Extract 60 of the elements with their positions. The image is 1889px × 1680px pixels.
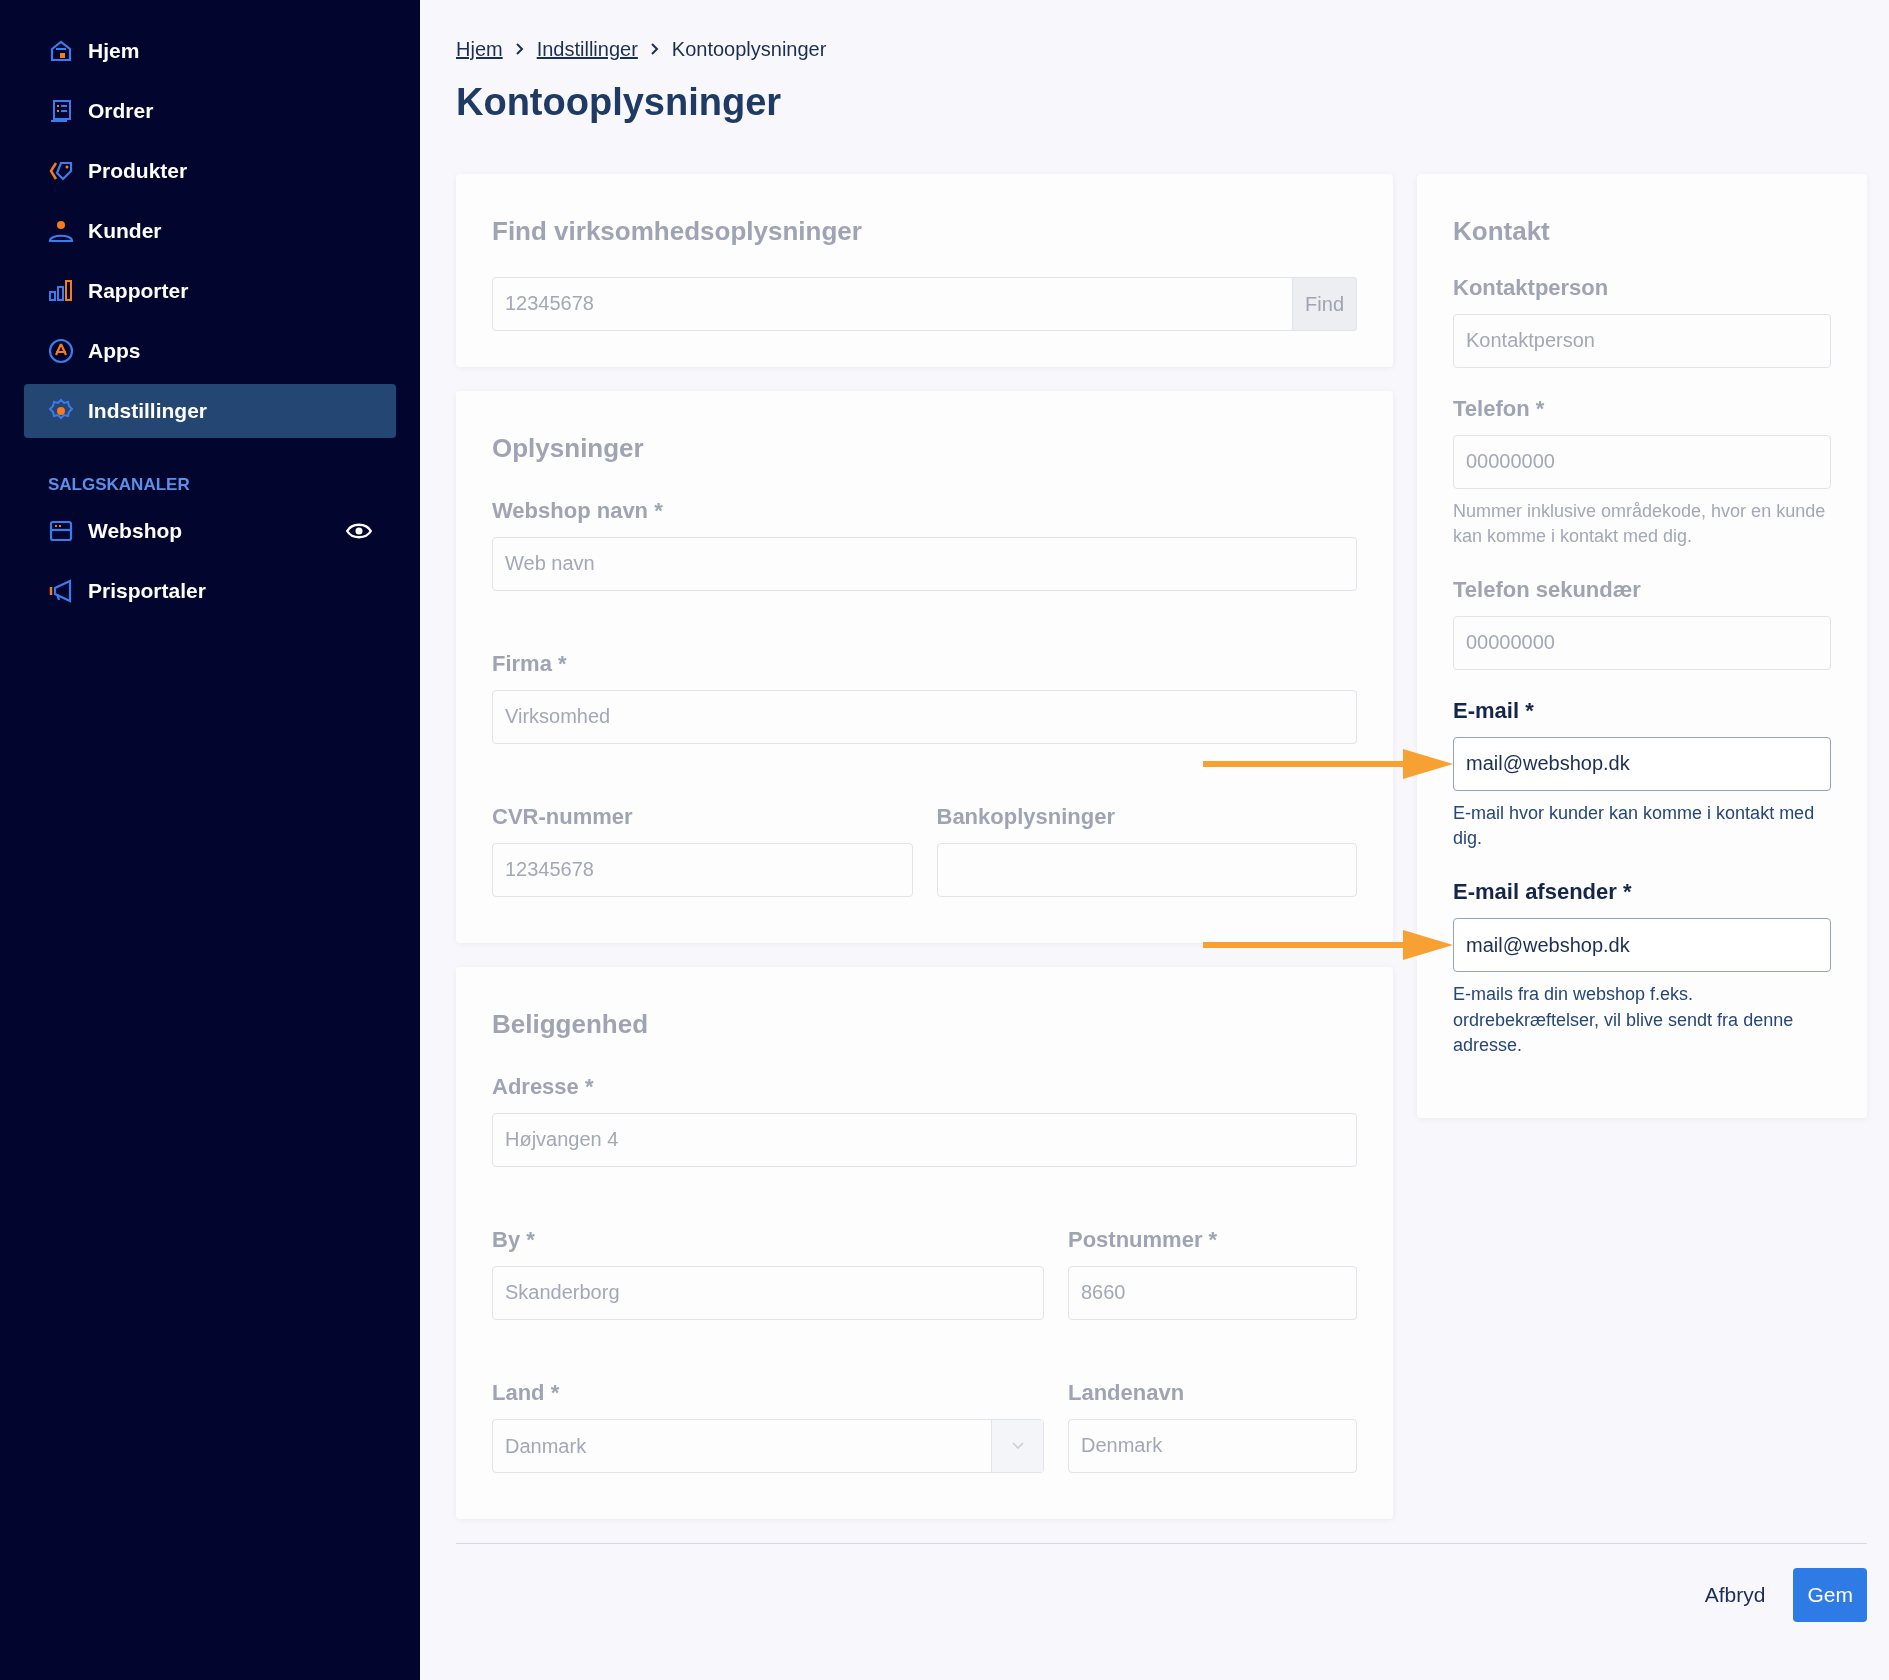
field-label: CVR-nummer [492, 802, 633, 831]
card-title: Oplysninger [492, 431, 645, 465]
search-field[interactable]: 12345678 [492, 276, 1294, 331]
input-field[interactable]: 00000000 [1453, 615, 1831, 670]
field-label: Bankoplysninger [936, 802, 1115, 831]
sidebar-item[interactable]: Webshop [24, 503, 396, 558]
input-field[interactable]: 00000000 [1453, 434, 1831, 489]
card-title: Find virksomhedsoplysninger [492, 214, 863, 248]
field-label: Landenavn [1068, 1378, 1185, 1407]
field-label: Telefon sekundær [1453, 575, 1641, 604]
input-field[interactable]: 12345678 [492, 842, 913, 897]
input-field[interactable]: mail@webshop.dk [1453, 918, 1831, 973]
sidebar-item[interactable]: Kunder [24, 204, 396, 258]
input-field[interactable]: Web navn [492, 536, 1357, 591]
chevron-right-icon [514, 42, 525, 56]
save-button[interactable]: Gem [1793, 1567, 1867, 1622]
field-label: E-mail afsender * [1453, 878, 1632, 907]
field-label: E-mail * [1453, 696, 1534, 725]
sidebar-item[interactable]: Indstillinger [24, 384, 396, 438]
card-title: Beliggenhed [492, 1007, 649, 1041]
sidebar-item[interactable]: Produkter [24, 144, 396, 198]
field-label: By * [492, 1225, 535, 1254]
person-icon [48, 218, 74, 244]
breadcrumb-current: Kontooplysninger [671, 37, 827, 62]
document-list-icon [48, 98, 74, 124]
bar-chart-icon [48, 278, 74, 304]
field-label: Kontaktperson [1453, 273, 1609, 302]
input-field[interactable]: Kontaktperson [1453, 313, 1831, 368]
circle-logo-icon [48, 338, 74, 364]
field-label: Land * [492, 1378, 560, 1407]
page-title: Kontooplysninger [456, 80, 783, 125]
input-field[interactable]: 8660 [1068, 1265, 1357, 1320]
section-heading: SALGSKANALER [47, 474, 191, 496]
input-field[interactable]: Denmark [1068, 1418, 1357, 1473]
cancel-button[interactable]: Afbryd [1698, 1577, 1772, 1612]
breadcrumb-link[interactable]: Hjem [456, 34, 503, 64]
home-icon [48, 38, 74, 64]
sidebar-item[interactable]: Prisportaler [24, 563, 396, 618]
input-field[interactable] [936, 842, 1357, 897]
input-field[interactable]: mail@webshop.dk [1453, 736, 1831, 791]
input-field[interactable]: Højvangen 4 [492, 1112, 1357, 1167]
megaphone-icon [48, 577, 74, 604]
help-text: E-mail hvor kunder kan komme i kontakt med dig. [1453, 801, 1816, 851]
field-label: Adresse * [492, 1072, 594, 1101]
input-field[interactable]: Skanderborg [492, 1265, 1044, 1320]
chevron-down-icon [1011, 1441, 1024, 1450]
input-field[interactable]: Virksomhed [492, 689, 1357, 744]
sidebar-item[interactable]: Ordrer [24, 84, 396, 138]
chevron-right-icon [649, 42, 660, 56]
help-text: Nummer inklusive områdekode, hvor en kunde kan komme i kontakt med dig. [1453, 499, 1827, 548]
field-label: Firma * [492, 649, 567, 678]
sidebar-item[interactable]: Rapporter [24, 264, 396, 318]
sidebar-item[interactable]: Apps [24, 324, 396, 378]
sidebar-item[interactable]: Hjem [24, 24, 396, 78]
help-text: E-mails fra din webshop f.eks. ordrebekræftelser, vil blive sendt fra denne adresse. [1453, 983, 1795, 1057]
breadcrumb-link[interactable]: Indstillinger [536, 34, 638, 64]
field-label: Postnummer * [1068, 1225, 1218, 1254]
field-label: Webshop navn * [492, 496, 663, 525]
card-title: Kontakt [1453, 214, 1551, 248]
field-label: Telefon * [1453, 394, 1545, 423]
